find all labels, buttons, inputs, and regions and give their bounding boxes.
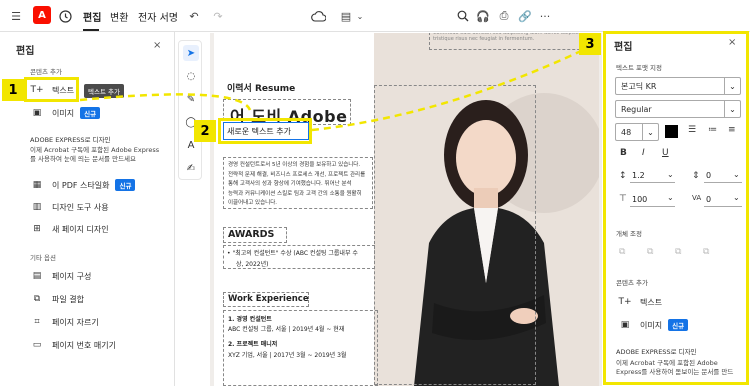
italic-icon[interactable]: I — [642, 148, 645, 158]
add-image-label: 이미지 — [640, 320, 663, 330]
right-panel-title: 편집 — [614, 42, 633, 53]
font-size-value: 48 — [621, 127, 632, 137]
char-spacing-value[interactable]: 0 — [706, 195, 711, 204]
font-family-select[interactable]: 본고딕 KR ⌄ — [615, 77, 741, 95]
section-text-format: 텍스트 포맷 지정 — [616, 64, 662, 72]
chevron-down-icon: ⌄ — [724, 78, 740, 94]
chevron-down-icon: ⌄ — [724, 101, 740, 117]
line-spacing-value[interactable]: 1.2 — [632, 171, 645, 180]
text-color-swatch[interactable] — [665, 125, 678, 138]
align-left-icon[interactable]: ≡ — [728, 125, 736, 135]
bullet-list-icon[interactable]: ☰ — [688, 125, 696, 135]
font-style-value: Regular — [621, 104, 652, 114]
horizontal-scale-icon: ⊤ — [619, 194, 627, 204]
input-underline — [704, 182, 742, 183]
align-objects-icon[interactable]: ⧉ — [675, 247, 681, 257]
add-image-button[interactable]: ▣ 이미지 신규 — [618, 317, 689, 333]
close-icon[interactable]: × — [728, 37, 736, 48]
chevron-down-icon: ⌄ — [642, 124, 658, 140]
bold-icon[interactable]: B — [620, 148, 627, 158]
text-add-icon: T+ — [618, 297, 632, 307]
chevron-down-icon[interactable]: ⌄ — [667, 170, 674, 179]
char-spacing-icon: VA — [692, 194, 702, 202]
add-text-label: 텍스트 — [640, 297, 663, 307]
font-size-select[interactable]: 48 ⌄ — [615, 123, 659, 141]
input-underline — [704, 206, 742, 207]
numbered-list-icon[interactable]: ≔ — [708, 125, 717, 135]
font-family-value: 본고딕 KR — [621, 81, 657, 91]
callout-3: 3 — [579, 33, 601, 55]
section-object-adjust: 개체 조정 — [616, 230, 642, 238]
section-add-content: 콘텐츠 추가 — [616, 279, 648, 287]
input-underline — [630, 206, 675, 207]
add-text-button[interactable]: T+ 텍스트 — [618, 294, 662, 310]
chevron-down-icon[interactable]: ⌄ — [733, 193, 740, 202]
line-spacing-icon: ↕ — [619, 171, 627, 181]
arrange-front-icon[interactable]: ⧉ — [619, 247, 625, 257]
paragraph-spacing-value[interactable]: 0 — [706, 171, 711, 180]
image-icon: ▣ — [620, 320, 630, 330]
underline-icon[interactable]: U — [662, 148, 669, 158]
new-badge: 신규 — [668, 319, 689, 331]
horizontal-scale-value[interactable]: 100 — [632, 195, 647, 204]
arrange-back-icon[interactable]: ⧉ — [647, 247, 653, 257]
chevron-down-icon[interactable]: ⌄ — [733, 170, 740, 179]
express-title: ADOBE EXPRESS로 디자인 — [616, 348, 697, 356]
font-style-select[interactable]: Regular ⌄ — [615, 100, 741, 118]
acrobat-window: ☰ A 편집 변환 전자 서명 ↶ ↷ ▤ ⌄ 🎧 ⎙ 🔗 ··· 편집 × 콘… — [0, 0, 750, 386]
distribute-objects-icon[interactable]: ⧉ — [703, 247, 709, 257]
paragraph-spacing-icon: ⇕ — [692, 171, 700, 181]
input-underline — [630, 182, 675, 183]
express-description: 이제 Acrobat 구독에 포함된 Adobe Express를 사용하여 돋… — [616, 359, 734, 376]
chevron-down-icon[interactable]: ⌄ — [667, 193, 674, 202]
